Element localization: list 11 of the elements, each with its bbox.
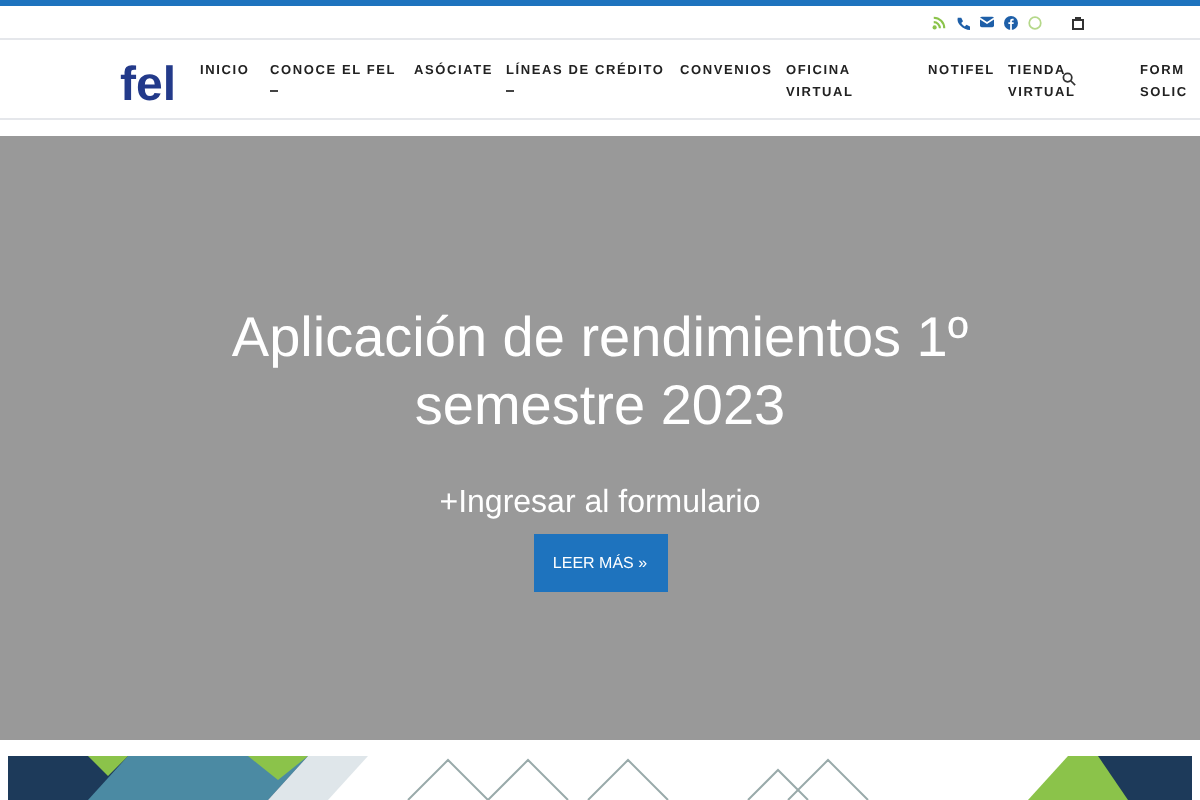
search-icon[interactable]: [1062, 72, 1076, 86]
hero-title: Aplicación de rendimientos 1º semestre 2023: [229, 304, 971, 440]
hero-subtitle: +Ingresar al formulario: [439, 484, 761, 524]
caret-icon[interactable]: [506, 86, 515, 92]
read-more-button[interactable]: LEER MÁS »: [533, 534, 667, 592]
mail-icon[interactable]: [980, 16, 994, 28]
fel-logo[interactable]: fel: [120, 54, 177, 110]
facebook-icon[interactable]: [1004, 15, 1018, 29]
shopping-bag-icon[interactable]: [1072, 15, 1084, 29]
phone-icon[interactable]: [956, 15, 970, 29]
caret-icon[interactable]: [270, 86, 279, 92]
